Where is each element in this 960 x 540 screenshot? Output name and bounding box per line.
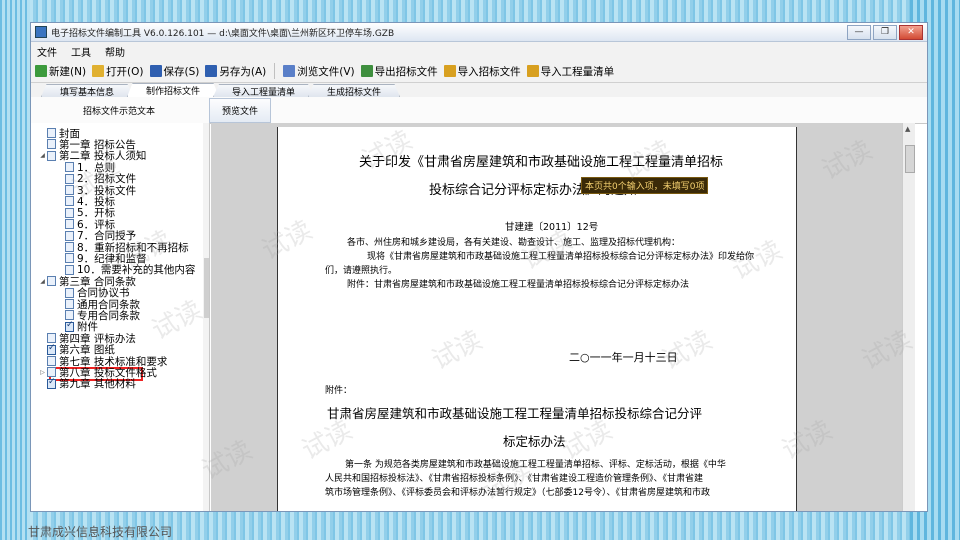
expand-toggle-icon[interactable]: ◢ <box>39 278 46 285</box>
background-left-strip <box>0 0 30 540</box>
browse-icon <box>283 65 296 77</box>
import-list-button[interactable]: 导入工程量清单 <box>526 64 614 79</box>
tree-item[interactable]: 第九章 其他材料 <box>39 377 136 391</box>
document-icon <box>65 207 74 218</box>
doc-attachment-title1: 甘肃省房屋建筑和市政基础设施工程工程量清单招标投标综合记分评 <box>327 406 703 421</box>
checked-document-icon <box>47 343 56 355</box>
document-page: 关于印发《甘肃省房屋建筑和市政基础设施工程工程量清单招标 投标综合记分评标定标办… <box>277 127 797 511</box>
document-scrollbar[interactable]: ▲ <box>902 123 915 511</box>
document-icon <box>47 276 56 287</box>
doc-article1-line2: 人民共和国招标投标法》、《甘肃省招标投标条例》、《甘肃省建设工程造价管理条例》、… <box>325 474 704 484</box>
template-label: 招标文件示范文本 <box>83 106 156 117</box>
preview-button[interactable]: 预览文件 <box>209 97 272 123</box>
save-button[interactable]: 保存(S) <box>149 64 199 79</box>
doc-attachment-title2: 标定标办法 <box>503 434 566 449</box>
export-icon <box>360 65 373 77</box>
document-icon <box>65 242 74 252</box>
page-border-left <box>277 127 278 511</box>
app-icon <box>35 26 47 38</box>
export-button[interactable]: 导出招标文件 <box>360 64 438 79</box>
menu-file[interactable]: 文件 <box>37 44 57 59</box>
tab-make-tender[interactable]: 制作招标文件 <box>127 83 220 97</box>
doc-article1-line3: 筑市场管理条例》、《评标委员会和评标办法暂行规定》（七部委12号令）、《甘肃省房… <box>325 488 710 498</box>
company-name: 甘肃成兴信息科技有限公司 <box>28 525 173 539</box>
document-icon <box>65 253 74 264</box>
doc-attachment-label: 附件： <box>325 386 353 396</box>
document-icon <box>65 219 74 230</box>
menu-help[interactable]: 帮助 <box>105 44 125 59</box>
sub-toolbar: 招标文件示范文本 预览文件 <box>31 97 927 124</box>
document-viewer: 关于印发《甘肃省房屋建筑和市政基础设施工程工程量清单招标 投标综合记分评标定标办… <box>211 123 915 511</box>
tab-generate-tender[interactable]: 生成招标文件 <box>308 84 401 97</box>
doc-title-line1: 关于印发《甘肃省房屋建筑和市政基础设施工程工程量清单招标 <box>359 155 724 170</box>
close-icon[interactable]: ✕ <box>899 24 923 40</box>
tree-item-label: 第九章 其他材料 <box>59 378 136 391</box>
document-icon <box>47 139 56 150</box>
doc-date: 二○一一年一月十三日 <box>569 351 678 364</box>
maximize-icon[interactable]: ❐ <box>873 24 897 40</box>
document-icon <box>65 173 74 184</box>
document-icon <box>65 185 74 195</box>
doc-recipients: 各市、州住房和城乡建设局，各有关建设、勘查设计、施工、监理及招标代理机构： <box>347 238 681 248</box>
doc-body-line1: 现将《甘肃省房屋建筑和市政基础设施工程工程量清单招标投标综合记分评标定标办法》印… <box>367 252 755 262</box>
browse-button[interactable]: 浏览文件(V) <box>283 64 355 79</box>
document-icon <box>65 287 74 298</box>
doc-number: 甘建建〔2011〕12号 <box>505 222 599 233</box>
chapter-tree: 封面 第一章 招标公告 ◢ 第二章 投标人须知 1．总则 2．招标文件 3．投标文件 4．投标… <box>31 123 210 511</box>
page-border-right <box>796 127 797 511</box>
tab-import-list[interactable]: 导入工程量清单 <box>213 84 315 97</box>
scroll-up-icon[interactable]: ▲ <box>905 125 910 133</box>
new-button[interactable]: 新建(N) <box>35 64 86 79</box>
document-icon <box>47 356 56 366</box>
open-button[interactable]: 打开(O) <box>92 64 144 79</box>
import-list-icon <box>526 65 539 77</box>
doc-attachment-line: 附件：甘肃省房屋建筑和市政基础设施工程工程量清单招标投标综合记分评标定标办法 <box>347 280 690 290</box>
save-as-button[interactable]: 另存为(A) <box>205 64 266 79</box>
document-icon <box>47 128 56 138</box>
expand-toggle-icon[interactable]: ◢ <box>39 152 46 159</box>
document-icon <box>65 230 74 241</box>
title-bar: 电子招标文件编制工具 V6.0.126.101 — d:\桌面文件\桌面\兰州新… <box>31 23 927 42</box>
document-scroll-thumb[interactable] <box>905 145 915 173</box>
minimize-icon[interactable]: — <box>847 24 871 40</box>
app-window: 电子招标文件编制工具 V6.0.126.101 — d:\桌面文件\桌面\兰州新… <box>30 22 928 512</box>
tab-strip: 填写基本信息 制作招标文件 导入工程量清单 生成招标文件 <box>31 83 927 97</box>
input-count-tooltip: 本页共0个输入项，未填写0项 <box>581 177 709 194</box>
new-file-icon <box>35 65 47 77</box>
tree-scroll-thumb[interactable] <box>204 258 209 318</box>
document-icon <box>65 162 74 173</box>
menu-bar: 文件 工具 帮助 <box>31 42 927 60</box>
doc-article1-line1: 第一条 为规范各类房屋建筑和市政基础设施工程工程量清单招标、评标、定标活动，根据… <box>345 460 726 470</box>
document-icon <box>47 150 56 161</box>
toolbar: 新建(N) 打开(O) 保存(S) 另存为(A) 浏览文件(V) 导出招标文件 … <box>31 60 927 83</box>
doc-body-line2: 们，请遵照执行。 <box>325 266 398 276</box>
document-icon <box>65 299 74 309</box>
tab-basic-info[interactable]: 填写基本信息 <box>41 84 134 97</box>
import-icon <box>443 65 456 77</box>
menu-tools[interactable]: 工具 <box>71 44 91 59</box>
toolbar-separator <box>274 63 276 79</box>
save-as-icon <box>205 65 218 77</box>
save-icon <box>149 65 162 77</box>
document-icon <box>65 196 74 207</box>
checked-document-icon <box>47 377 56 389</box>
window-title: 电子招标文件编制工具 V6.0.126.101 — d:\桌面文件\桌面\兰州新… <box>51 28 395 39</box>
import-button[interactable]: 导入招标文件 <box>443 64 521 79</box>
tree-scrollbar[interactable] <box>203 123 209 511</box>
expand-toggle-icon[interactable]: ▷ <box>39 369 46 376</box>
open-folder-icon <box>92 65 105 77</box>
